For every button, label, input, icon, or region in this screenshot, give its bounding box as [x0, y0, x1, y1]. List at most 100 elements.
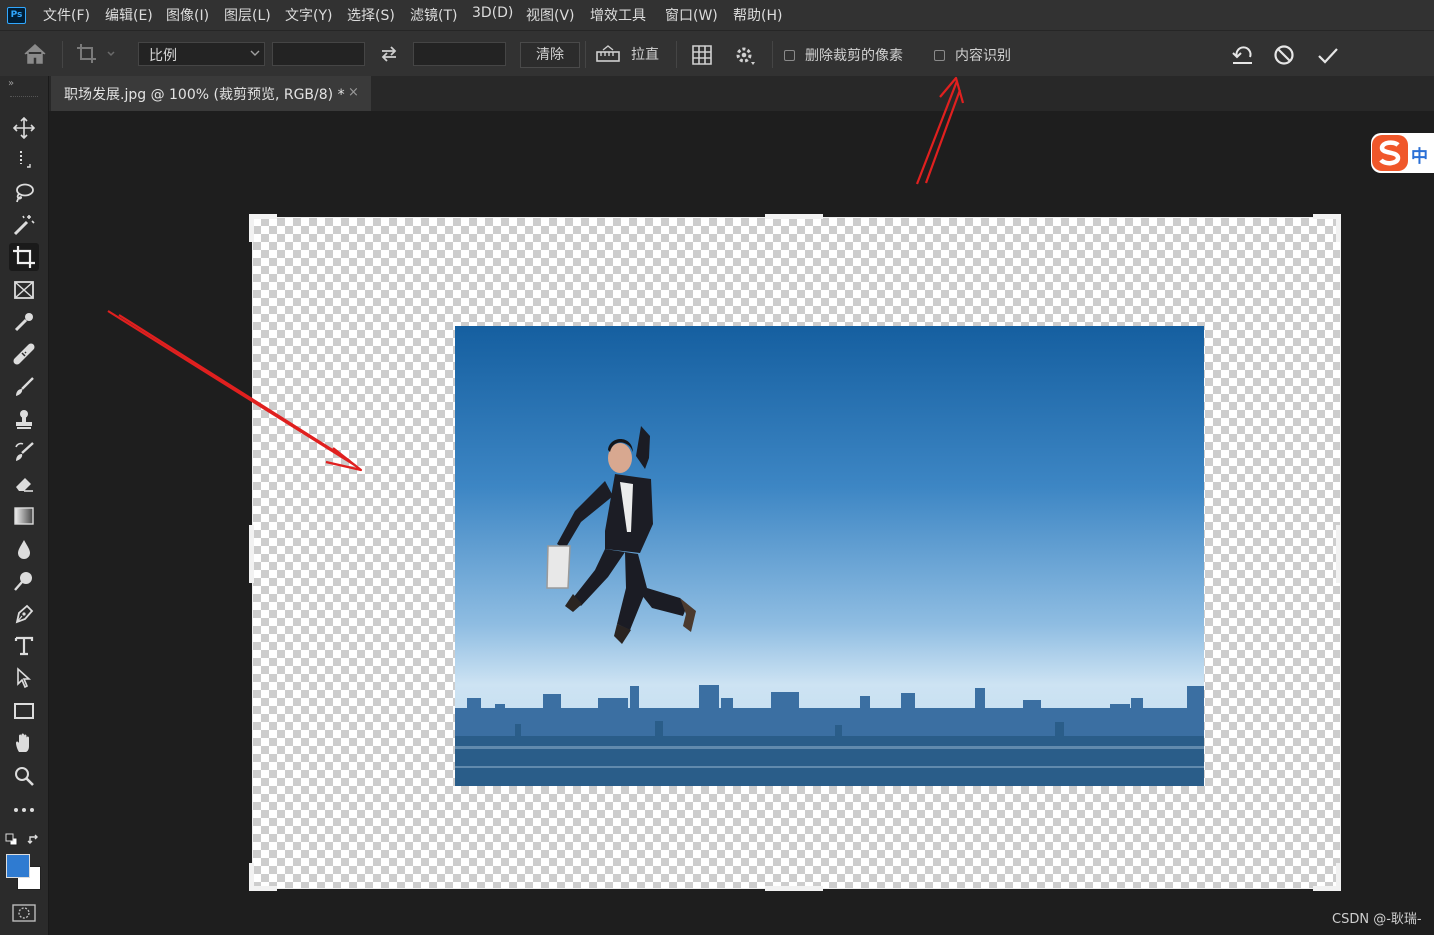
gradient-tool[interactable] [9, 502, 39, 530]
close-icon[interactable]: × [348, 85, 359, 100]
menu-type[interactable]: 文字(Y) [285, 5, 332, 25]
quick-mask-icon[interactable] [12, 904, 36, 926]
menu-bar: Ps 文件(F) 编辑(E) 图像(I) 图层(L) 文字(Y) 选择(S) 滤… [0, 0, 1434, 30]
menu-plugins[interactable]: 增效工具 [590, 5, 646, 25]
canvas-area[interactable]: 中 [49, 111, 1434, 935]
crop-preset-icon[interactable] [75, 42, 119, 70]
eraser-icon [16, 478, 33, 492]
menu-window[interactable]: 窗口(W) [665, 5, 718, 25]
frame-icon [14, 281, 34, 299]
history-brush-icon [15, 442, 34, 461]
lasso-icon [16, 183, 34, 203]
foreground-color-swatch[interactable] [6, 854, 30, 878]
crop-handle-top[interactable] [765, 214, 823, 219]
separator [585, 41, 586, 68]
sogou-s-icon [1372, 135, 1408, 171]
menu-filter[interactable]: 滤镜(T) [410, 5, 457, 25]
marquee-tool[interactable] [9, 146, 39, 174]
document-photo [455, 326, 1204, 786]
commit-check-icon[interactable] [1316, 43, 1340, 71]
watermark-text: CSDN @-耿瑞- [1332, 912, 1422, 927]
crop-preview-transparent-area[interactable] [252, 217, 1341, 889]
zoom-icon [15, 767, 34, 786]
menu-3d[interactable]: 3D(D) [472, 5, 513, 21]
history-brush-tool[interactable] [9, 438, 39, 466]
stamp-icon [16, 410, 32, 429]
separator [676, 41, 677, 68]
lasso-tool[interactable] [9, 179, 39, 207]
menu-select[interactable]: 选择(S) [347, 5, 395, 25]
ime-indicator[interactable]: 中 [1371, 133, 1434, 173]
cancel-icon[interactable] [1272, 43, 1296, 71]
height-ratio-input[interactable] [413, 42, 506, 66]
content-aware-checkbox[interactable] [934, 50, 945, 61]
crop-tool[interactable] [9, 243, 39, 271]
overlay-grid-icon[interactable] [691, 44, 713, 70]
brush-tool[interactable] [9, 373, 39, 401]
gradient-icon [14, 507, 34, 525]
menu-image[interactable]: 图像(I) [166, 5, 209, 25]
hand-tool[interactable] [9, 729, 39, 757]
crop-handle-bottom-right[interactable] [1336, 863, 1341, 891]
straighten-label[interactable]: 拉直 [631, 44, 659, 64]
photo-illustration [455, 426, 1204, 786]
delete-cropped-checkbox[interactable] [784, 50, 795, 61]
more-tools[interactable] [9, 796, 39, 824]
swap-colors-icon[interactable] [27, 833, 41, 851]
path-selection-tool[interactable] [9, 664, 39, 692]
document-tab[interactable]: 职场发展.jpg @ 100% (裁剪预览, RGB/8) * × [51, 76, 371, 111]
zoom-tool[interactable] [9, 762, 39, 790]
crop-handle-top-right[interactable] [1336, 214, 1341, 242]
document-tab-title: 职场发展.jpg @ 100% (裁剪预览, RGB/8) * [64, 87, 345, 103]
frame-tool[interactable] [9, 276, 39, 304]
swap-icon[interactable] [379, 45, 399, 67]
eyedropper-tool[interactable] [9, 308, 39, 336]
pen-tool[interactable] [9, 600, 39, 628]
rectangle-icon [14, 703, 34, 719]
clone-stamp-tool[interactable] [9, 405, 39, 433]
separator [62, 41, 63, 68]
gear-icon[interactable] [734, 45, 756, 71]
hand-icon [16, 733, 29, 752]
eraser-tool[interactable] [9, 470, 39, 498]
crop-handle-left[interactable] [249, 525, 254, 583]
crop-handle-bottom-left[interactable] [249, 863, 254, 891]
type-icon [14, 636, 34, 656]
rectangle-tool[interactable] [9, 697, 39, 725]
menu-view[interactable]: 视图(V) [526, 5, 575, 25]
menu-layer[interactable]: 图层(L) [224, 5, 271, 25]
default-colors-icon[interactable] [5, 833, 19, 851]
crop-handle-bottom[interactable] [765, 886, 823, 891]
healing-icon [13, 343, 35, 365]
straighten-icon[interactable] [595, 45, 621, 67]
width-ratio-input[interactable] [272, 42, 365, 66]
menu-help[interactable]: 帮助(H) [733, 5, 782, 25]
document-tab-bar: 职场发展.jpg @ 100% (裁剪预览, RGB/8) * × [49, 76, 1434, 111]
home-icon[interactable] [22, 42, 48, 70]
dodge-tool[interactable] [9, 567, 39, 595]
delete-cropped-label: 删除裁剪的像素 [805, 48, 903, 64]
reset-icon[interactable] [1230, 43, 1256, 71]
chevron-down-icon [250, 47, 260, 63]
crop-icon [13, 246, 35, 268]
menu-edit[interactable]: 编辑(E) [105, 5, 153, 25]
healing-brush-tool[interactable] [9, 340, 39, 368]
move-tool[interactable] [9, 114, 39, 142]
magic-wand-tool[interactable] [9, 211, 39, 239]
ratio-select-value: 比例 [149, 48, 177, 64]
blur-tool[interactable] [9, 535, 39, 563]
ratio-select[interactable]: 比例 [138, 42, 265, 66]
type-tool[interactable] [9, 632, 39, 660]
crop-handle-right[interactable] [1336, 525, 1341, 583]
path-select-icon [17, 667, 32, 689]
menu-file[interactable]: 文件(F) [43, 5, 90, 25]
separator [772, 41, 773, 68]
crop-handle-top-left[interactable] [249, 214, 254, 242]
dodge-icon [14, 572, 32, 591]
ime-mode-label: 中 [1411, 147, 1428, 167]
move-icon [13, 117, 35, 139]
clear-button[interactable]: 清除 [520, 42, 580, 68]
eyedropper-icon [14, 313, 33, 332]
collapse-panel-icon[interactable]: » [8, 78, 14, 89]
magic-wand-icon [13, 215, 35, 236]
